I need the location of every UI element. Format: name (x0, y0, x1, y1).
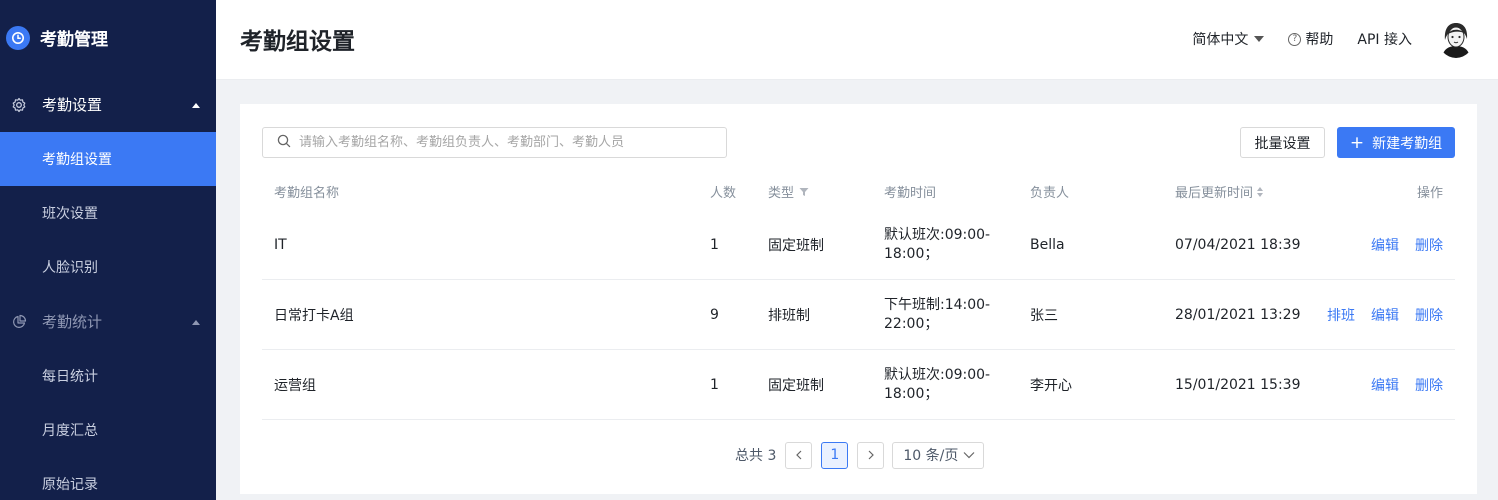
caret-up-icon (192, 319, 200, 325)
column-header-name: 考勤组名称 (274, 186, 340, 201)
edit-link[interactable]: 编辑 (1371, 235, 1399, 255)
cell-ops: 排班 编辑 删除 (1311, 280, 1443, 350)
table-header: 考勤组名称 人数 类型 考勤时间 负责人 最后更新时间 操作 (262, 172, 1455, 210)
cell-owner: 李开心 (1030, 378, 1072, 394)
sidebar-item-daily-stats[interactable]: 每日统计 (0, 349, 216, 403)
header-actions: 简体中文 ? 帮助 API 接入 (1192, 0, 1474, 78)
cell-time: 下午班制:14:00-22:00； (884, 297, 991, 332)
table-row: 日常打卡A组 9 排班制 下午班制:14:00-22:00； 张三 28/01/… (262, 280, 1455, 350)
top-header: 考勤组设置 简体中文 ? 帮助 API 接入 (216, 0, 1498, 80)
column-header-time: 考勤时间 (884, 186, 937, 201)
language-label: 简体中文 (1192, 32, 1249, 48)
page-size-select[interactable]: 10 条/页 (892, 441, 985, 469)
search-box[interactable] (262, 127, 727, 158)
plus-icon: + (1349, 132, 1365, 153)
gear-icon (10, 96, 28, 114)
delete-link[interactable]: 删除 (1415, 235, 1443, 255)
sidebar: 考勤管理 考勤设置 考勤组设置 班次设置 人脸识别 考勤统计 每日统计 月度汇总… (0, 0, 216, 500)
column-header-updated: 最后更新时间 (1175, 182, 1264, 201)
menu-group-stats[interactable]: 考勤统计 (0, 294, 216, 349)
brand: 考勤管理 (0, 0, 216, 75)
caret-up-icon (192, 102, 200, 108)
cell-name: 运营组 (274, 378, 316, 394)
cell-owner: 张三 (1030, 308, 1058, 324)
help-link[interactable]: ? 帮助 (1288, 29, 1333, 49)
cell-count: 9 (710, 307, 719, 323)
brand-title: 考勤管理 (40, 30, 108, 50)
search-input[interactable] (299, 135, 699, 150)
next-page-button[interactable] (857, 441, 885, 469)
language-selector[interactable]: 简体中文 (1192, 29, 1265, 49)
edit-link[interactable]: 编辑 (1371, 305, 1399, 325)
menu-group-label: 考勤统计 (42, 313, 103, 331)
sidebar-item-shift[interactable]: 班次设置 (0, 186, 216, 240)
edit-link[interactable]: 编辑 (1371, 375, 1399, 395)
pagination-total: 总共 3 (735, 448, 777, 464)
page-title: 考勤组设置 (240, 29, 355, 55)
avatar[interactable] (1438, 20, 1474, 58)
column-header-type: 类型 (768, 182, 809, 201)
menu-group-label: 考勤设置 (42, 96, 103, 114)
cell-count: 1 (710, 377, 719, 393)
batch-settings-button[interactable]: 批量设置 (1240, 127, 1325, 158)
column-header-updated-label: 最后更新时间 (1175, 186, 1254, 201)
attendance-group-card: 批量设置 + 新建考勤组 考勤组名称 人数 类型 考勤时间 负责人 最后更新时间… (240, 104, 1477, 494)
cell-owner: Bella (1030, 237, 1065, 253)
page-button-current[interactable]: 1 (821, 441, 849, 469)
cell-ops: 编辑 删除 (1355, 210, 1443, 280)
cell-time: 默认班次:09:00-18:00； (884, 367, 991, 402)
cell-type: 排班制 (768, 308, 810, 324)
delete-link[interactable]: 删除 (1415, 375, 1443, 395)
cell-updated: 15/01/2021 15:39 (1175, 377, 1301, 393)
menu-group-settings[interactable]: 考勤设置 (0, 77, 216, 132)
sidebar-item-monthly-summary[interactable]: 月度汇总 (0, 403, 216, 457)
sidebar-item-raw-records[interactable]: 原始记录 (0, 457, 216, 500)
column-header-count: 人数 (710, 186, 737, 201)
search-icon (277, 133, 291, 152)
cell-ops: 编辑 删除 (1355, 350, 1443, 420)
cell-updated: 07/04/2021 18:39 (1175, 237, 1301, 253)
schedule-link[interactable]: 排班 (1327, 305, 1355, 325)
prev-page-button[interactable] (785, 441, 813, 469)
cell-time: 默认班次:09:00-18:00； (884, 227, 991, 262)
pie-chart-icon (10, 313, 28, 331)
api-access-link[interactable]: API 接入 (1357, 29, 1412, 49)
cell-updated: 28/01/2021 13:29 (1175, 307, 1301, 323)
help-label: 帮助 (1305, 32, 1334, 48)
cell-type: 固定班制 (768, 378, 824, 394)
table-row: IT 1 固定班制 默认班次:09:00-18:00； Bella 07/04/… (262, 210, 1455, 280)
sort-icon[interactable] (1257, 186, 1264, 197)
page-size-label: 10 条/页 (903, 448, 959, 464)
column-header-type-label: 类型 (768, 186, 795, 201)
caret-down-icon (1254, 36, 1265, 42)
cell-type: 固定班制 (768, 238, 824, 254)
chevron-right-icon (868, 450, 874, 460)
cell-name: 日常打卡A组 (274, 308, 354, 324)
sidebar-item-attendance-group[interactable]: 考勤组设置 (0, 132, 216, 186)
question-icon: ? (1288, 32, 1302, 46)
chevron-left-icon (796, 450, 802, 460)
cell-count: 1 (710, 237, 719, 253)
pagination: 总共 3 1 10 条/页 (735, 441, 985, 469)
new-attendance-group-button[interactable]: + 新建考勤组 (1337, 127, 1455, 158)
table-row: 运营组 1 固定班制 默认班次:09:00-18:00； 李开心 15/01/2… (262, 350, 1455, 420)
filter-icon[interactable] (799, 187, 809, 197)
new-button-label: 新建考勤组 (1372, 135, 1443, 152)
clock-logo-icon (6, 25, 30, 50)
column-header-owner: 负责人 (1030, 186, 1070, 201)
column-header-ops: 操作 (1416, 186, 1443, 201)
chevron-down-icon (963, 451, 975, 458)
sidebar-item-face-recognition[interactable]: 人脸识别 (0, 240, 216, 294)
cell-name: IT (274, 237, 287, 253)
delete-link[interactable]: 删除 (1415, 305, 1443, 325)
